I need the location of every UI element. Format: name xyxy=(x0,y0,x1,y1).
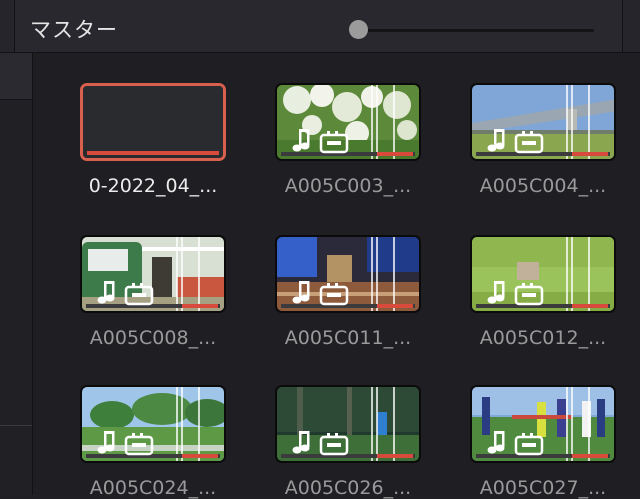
bin-header: マスター xyxy=(0,0,640,53)
thumbnail-size-slider-handle[interactable] xyxy=(349,20,368,39)
marker-line xyxy=(571,85,573,159)
audio-level-bar xyxy=(87,151,219,155)
clip-name: A005C003_... xyxy=(284,175,412,197)
marker-line xyxy=(181,237,183,311)
clip-thumbnail[interactable] xyxy=(275,83,421,161)
audio-and-linked-clip-icon xyxy=(486,281,546,307)
clip-thumbnail[interactable] xyxy=(470,235,616,313)
audio-and-linked-clip-icon xyxy=(291,129,351,155)
marker-line xyxy=(176,387,178,461)
marker-line xyxy=(198,387,200,461)
audio-level-bar xyxy=(377,304,413,308)
audio-and-linked-clip-icon xyxy=(486,129,546,155)
bin-list-item[interactable] xyxy=(0,53,32,100)
audio-level-bar xyxy=(572,152,608,156)
audio-and-linked-clip-icon xyxy=(96,281,156,307)
audio-level-bar xyxy=(572,454,608,458)
clip-preview-image xyxy=(83,86,223,158)
audio-level-bar xyxy=(377,454,413,458)
marker-line xyxy=(588,387,590,461)
marker-line xyxy=(588,85,590,159)
audio-level-bar xyxy=(377,152,413,156)
marker-line xyxy=(566,85,568,159)
clip-name: A005C011_... xyxy=(284,327,412,349)
marker-line xyxy=(571,237,573,311)
bin-title: マスター xyxy=(30,18,118,42)
header-right-divider xyxy=(622,0,640,52)
clip-name: A005C027_... xyxy=(479,477,607,499)
clip-name: 0-2022_04_... xyxy=(88,175,218,197)
thumbnail-size-slider[interactable] xyxy=(352,29,594,32)
clip-thumbnail[interactable] xyxy=(470,385,616,463)
marker-line xyxy=(566,237,568,311)
audio-and-linked-clip-icon xyxy=(96,431,156,457)
clip-name: A005C004_... xyxy=(479,175,607,197)
marker-line xyxy=(376,85,378,159)
bin-list-panel xyxy=(0,53,33,495)
audio-and-linked-clip-icon xyxy=(486,431,546,457)
marker-line xyxy=(393,237,395,311)
header-left-divider xyxy=(0,0,15,52)
clip-thumbnail[interactable] xyxy=(470,83,616,161)
clip-thumbnail[interactable] xyxy=(275,385,421,463)
clip-name: A005C024_... xyxy=(89,477,217,499)
marker-line xyxy=(198,237,200,311)
marker-line xyxy=(393,85,395,159)
marker-line xyxy=(181,387,183,461)
audio-level-bar xyxy=(572,304,608,308)
clip-name: A005C008_... xyxy=(89,327,217,349)
clip-thumbnail[interactable] xyxy=(275,235,421,313)
audio-level-bar xyxy=(182,304,218,308)
media-pool-grid: 0-2022_04_... A005C003_... A005C004_... A00… xyxy=(33,53,640,499)
marker-line xyxy=(588,237,590,311)
clip-thumbnail[interactable] xyxy=(80,385,226,463)
panel-divider xyxy=(0,425,32,426)
marker-line xyxy=(566,387,568,461)
marker-line xyxy=(393,387,395,461)
marker-line xyxy=(371,85,373,159)
marker-line xyxy=(371,387,373,461)
marker-line xyxy=(376,237,378,311)
clip-name: A005C012_... xyxy=(479,327,607,349)
clip-thumbnail[interactable] xyxy=(80,83,226,161)
audio-and-linked-clip-icon xyxy=(291,281,351,307)
marker-line xyxy=(376,387,378,461)
marker-line xyxy=(371,237,373,311)
audio-level-bar xyxy=(182,454,218,458)
marker-line xyxy=(571,387,573,461)
clip-name: A005C026_... xyxy=(284,477,412,499)
clip-thumbnail[interactable] xyxy=(80,235,226,313)
marker-line xyxy=(176,237,178,311)
audio-and-linked-clip-icon xyxy=(291,431,351,457)
